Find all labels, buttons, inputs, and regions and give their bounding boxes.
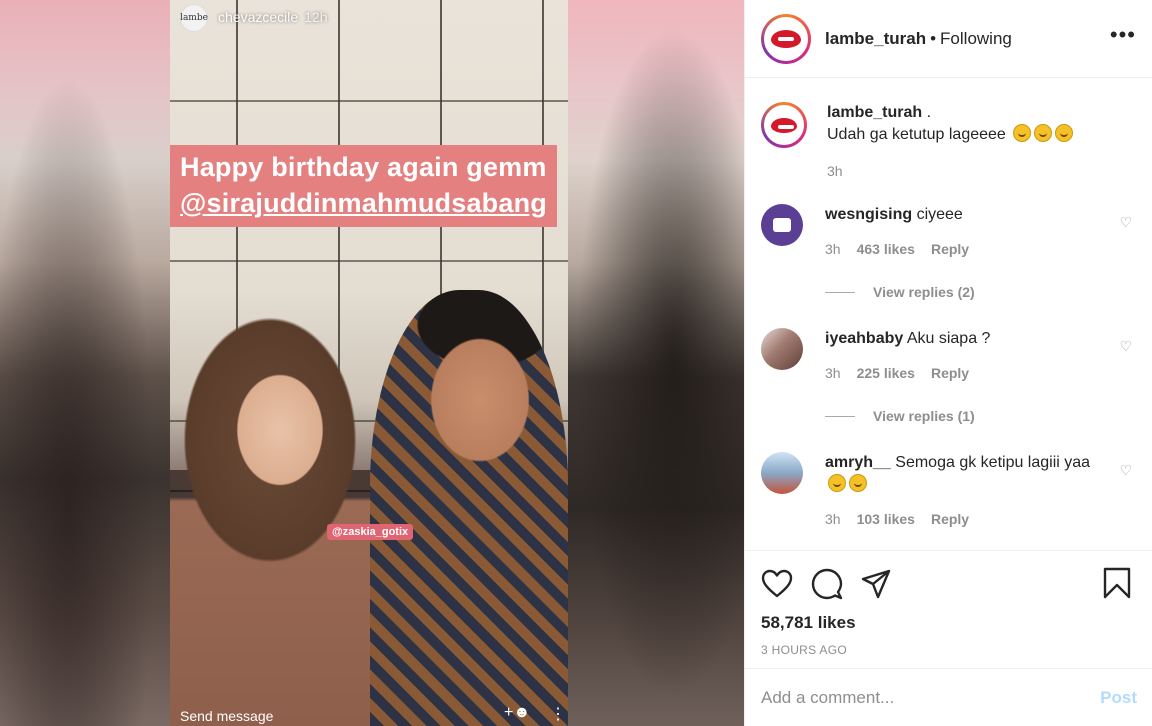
caption-row: lambe_turah . Udah ga ketutup lageeee 3h: [761, 102, 1136, 182]
view-replies-label: View replies (1): [873, 408, 975, 424]
comment-time: 3h: [825, 365, 841, 381]
sweat-smile-emoji-icon: [849, 474, 867, 492]
comment-icon[interactable]: [811, 568, 843, 600]
smirk-emoji-icon: [1034, 124, 1053, 142]
story-caption-mention[interactable]: @sirajuddinmahmudsabang: [180, 185, 547, 221]
smirk-emoji-icon: [1013, 124, 1032, 142]
author-avatar[interactable]: [761, 13, 811, 64]
caption-username[interactable]: lambe_turah: [827, 104, 922, 121]
commenter-avatar[interactable]: [761, 452, 803, 494]
caption-text: Udah ga ketutup lageeee: [827, 126, 1006, 143]
comment-heart-icon[interactable]: ♡: [1119, 338, 1132, 355]
story-header: lambe chevazcecile 12h: [180, 4, 328, 32]
comment-heart-icon[interactable]: ♡: [1119, 214, 1132, 231]
comment-likes[interactable]: 225 likes: [857, 362, 915, 384]
toilet-icon: [773, 218, 791, 232]
following-button[interactable]: Following: [940, 29, 1012, 49]
comments-list[interactable]: lambe_turah . Udah ga ketutup lageeee 3h…: [745, 78, 1152, 550]
heart-icon[interactable]: [761, 569, 793, 599]
mention-sticker[interactable]: @zaskia_gotix: [327, 524, 414, 540]
lips-logo-icon: [771, 117, 797, 133]
add-person-icon[interactable]: +☻: [504, 704, 530, 722]
replies-line: [825, 415, 855, 417]
story-caption: Happy birthday again gemm @sirajuddinmah…: [170, 145, 557, 227]
send-message-label[interactable]: Send message: [180, 708, 273, 724]
likes-count[interactable]: 58,781 likes: [761, 613, 1137, 633]
bookmark-icon[interactable]: [1103, 567, 1131, 599]
comment-username[interactable]: iyeahbaby: [825, 330, 903, 347]
sweat-smile-emoji-icon: [828, 474, 846, 492]
wall-line: [170, 100, 568, 102]
more-vertical-icon[interactable]: ⋮: [550, 704, 566, 724]
photo-man: [370, 290, 568, 726]
view-replies-label: View replies (2): [873, 284, 975, 300]
post-media[interactable]: lambe chevazcecile 12h Happy birthday aga…: [0, 0, 744, 726]
story-avatar[interactable]: lambe: [180, 4, 208, 32]
comment-time: 3h: [825, 241, 841, 257]
comment-text: ciyeee: [916, 206, 963, 223]
comment-time: 3h: [825, 511, 841, 527]
paper-plane-icon[interactable]: [861, 569, 891, 599]
comment-row: iyeahbaby Aku siapa ? 3h 225 likes Reply…: [761, 328, 1136, 384]
smirk-emoji-icon: [1055, 124, 1074, 142]
comment-row: wesngising ciyeee 3h 463 likes Reply ♡: [761, 204, 1136, 260]
story-frame: lambe chevazcecile 12h Happy birthday aga…: [170, 0, 568, 726]
story-username[interactable]: chevazcecile: [218, 9, 298, 25]
story-time: 12h: [304, 9, 328, 25]
story-caption-line: Happy birthday again gemm: [180, 152, 547, 182]
reply-button[interactable]: Reply: [931, 508, 969, 530]
commenter-avatar[interactable]: [761, 328, 803, 370]
post-panel: lambe_turah • Following ••• lambe_turah …: [744, 0, 1152, 726]
post-header: lambe_turah • Following •••: [745, 0, 1152, 78]
comment-text: Semoga gk ketipu lagiii yaa: [895, 454, 1091, 471]
comment-likes[interactable]: 103 likes: [857, 508, 915, 530]
photo-woman: [170, 310, 380, 726]
more-horizontal-icon[interactable]: •••: [1110, 22, 1136, 48]
replies-line: [825, 291, 855, 293]
post-time-ago[interactable]: 3 HOURS AGO: [761, 643, 1137, 657]
reply-button[interactable]: Reply: [931, 362, 969, 384]
comment-heart-icon[interactable]: ♡: [1119, 462, 1132, 479]
view-replies-button[interactable]: View replies (2): [825, 284, 1136, 300]
commenter-avatar[interactable]: [761, 204, 803, 246]
author-username[interactable]: lambe_turah: [825, 29, 926, 49]
caption-suffix: .: [926, 104, 932, 121]
separator-dot: •: [930, 28, 937, 48]
comment-username[interactable]: wesngising: [825, 206, 912, 223]
post-button[interactable]: Post: [1100, 688, 1137, 708]
caption-avatar[interactable]: [761, 102, 807, 148]
wall-line: [170, 260, 568, 262]
reply-button[interactable]: Reply: [931, 238, 969, 260]
caption-time: 3h: [827, 163, 843, 179]
media-blur-left: [0, 0, 170, 726]
comment-username[interactable]: amryh__: [825, 454, 891, 471]
comment-input[interactable]: [761, 687, 1101, 708]
post-actions: 58,781 likes 3 HOURS AGO: [745, 550, 1152, 657]
comment-likes[interactable]: 463 likes: [857, 238, 915, 260]
media-blur-right: [568, 0, 744, 726]
lips-logo-icon: [771, 29, 801, 48]
comment-row: amryh__ Semoga gk ketipu lagiii yaa 3h 1…: [761, 452, 1136, 530]
comment-text: Aku siapa ?: [906, 330, 991, 347]
story-avatar-text: lambe: [180, 13, 208, 23]
add-comment-bar: Post: [745, 668, 1152, 726]
view-replies-button[interactable]: View replies (1): [825, 408, 1136, 424]
